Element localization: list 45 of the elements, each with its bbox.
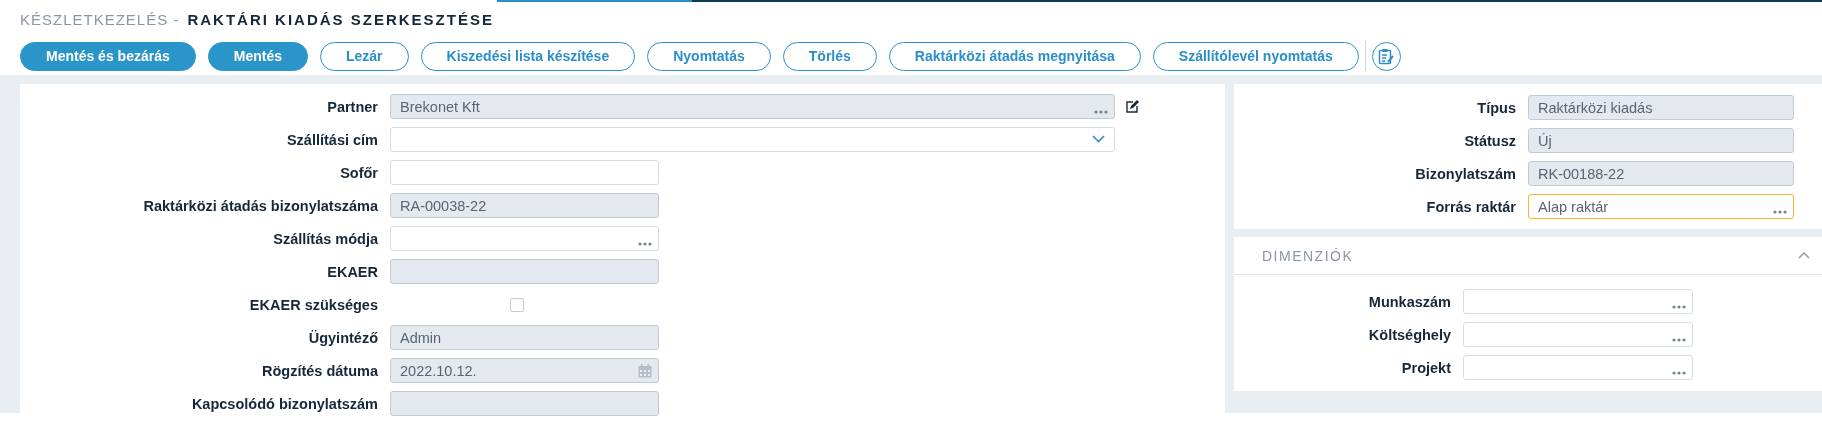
toolbar-button[interactable]: Mentés <box>207 41 308 71</box>
section-title: DIMENZIÓK <box>1262 247 1354 264</box>
checkbox[interactable] <box>510 297 524 312</box>
field-label: Raktárközi átadás bizonylatszáma <box>142 197 378 214</box>
input-field[interactable] <box>1463 289 1693 314</box>
toolbar-button[interactable]: Mentés és bezárás <box>20 41 196 71</box>
module-title: KÉSZLETKEZELÉS - <box>20 11 180 28</box>
dropdown-field[interactable] <box>390 127 1115 152</box>
input-field[interactable] <box>1463 322 1693 347</box>
field-label: EKAER szükséges <box>248 296 378 313</box>
toolbar-button[interactable]: Törlés <box>782 41 877 71</box>
field-label: Rögzítés dátuma <box>261 362 378 379</box>
field-label: Sofőr <box>339 164 378 181</box>
chevron-up-icon[interactable] <box>1798 252 1810 259</box>
field-label: Státusz <box>1463 132 1516 149</box>
clipboard-edit-button[interactable] <box>1371 41 1401 71</box>
field-label: Forrás raktár <box>1425 198 1516 215</box>
more-icon[interactable] <box>1672 305 1686 309</box>
field-label: Partner <box>326 98 378 115</box>
more-icon[interactable] <box>638 242 652 246</box>
field-label: Szállítás módja <box>272 230 378 247</box>
field-label: Típus <box>1476 99 1516 116</box>
page-title: RAKTÁRI KIADÁS SZERKESZTÉSE <box>187 11 494 28</box>
field-label: Szállítási cím <box>285 131 378 148</box>
chevron-down-icon[interactable] <box>1092 135 1105 143</box>
toolbar-button[interactable]: Lezár <box>319 41 409 71</box>
input-field[interactable] <box>1463 355 1693 380</box>
input-field[interactable] <box>390 226 659 251</box>
field-label: Ügyintéző <box>307 329 378 346</box>
field-label: Munkaszám <box>1367 293 1451 310</box>
field-label: Kapcsolódó bizonylatszám <box>190 395 378 412</box>
toolbar-button[interactable]: Szállítólevél nyomtatás <box>1152 41 1359 71</box>
more-icon[interactable] <box>1773 210 1787 214</box>
more-icon[interactable] <box>1672 338 1686 342</box>
input-field[interactable] <box>390 160 659 185</box>
field-label: Projekt <box>1400 359 1451 376</box>
field-label: EKAER <box>326 263 378 280</box>
toolbar-button[interactable]: Raktárközi átadás megnyitása <box>888 41 1141 71</box>
clipboard-icon <box>1378 47 1395 65</box>
toolbar-button[interactable]: Kiszedési lista készítése <box>420 41 636 71</box>
input-field[interactable]: Alap raktár <box>1528 194 1794 219</box>
field-label: Költséghely <box>1367 326 1451 343</box>
toolbar-button[interactable]: Nyomtatás <box>647 41 771 71</box>
field-label: Bizonylatszám <box>1414 165 1516 182</box>
more-icon[interactable] <box>1672 371 1686 375</box>
